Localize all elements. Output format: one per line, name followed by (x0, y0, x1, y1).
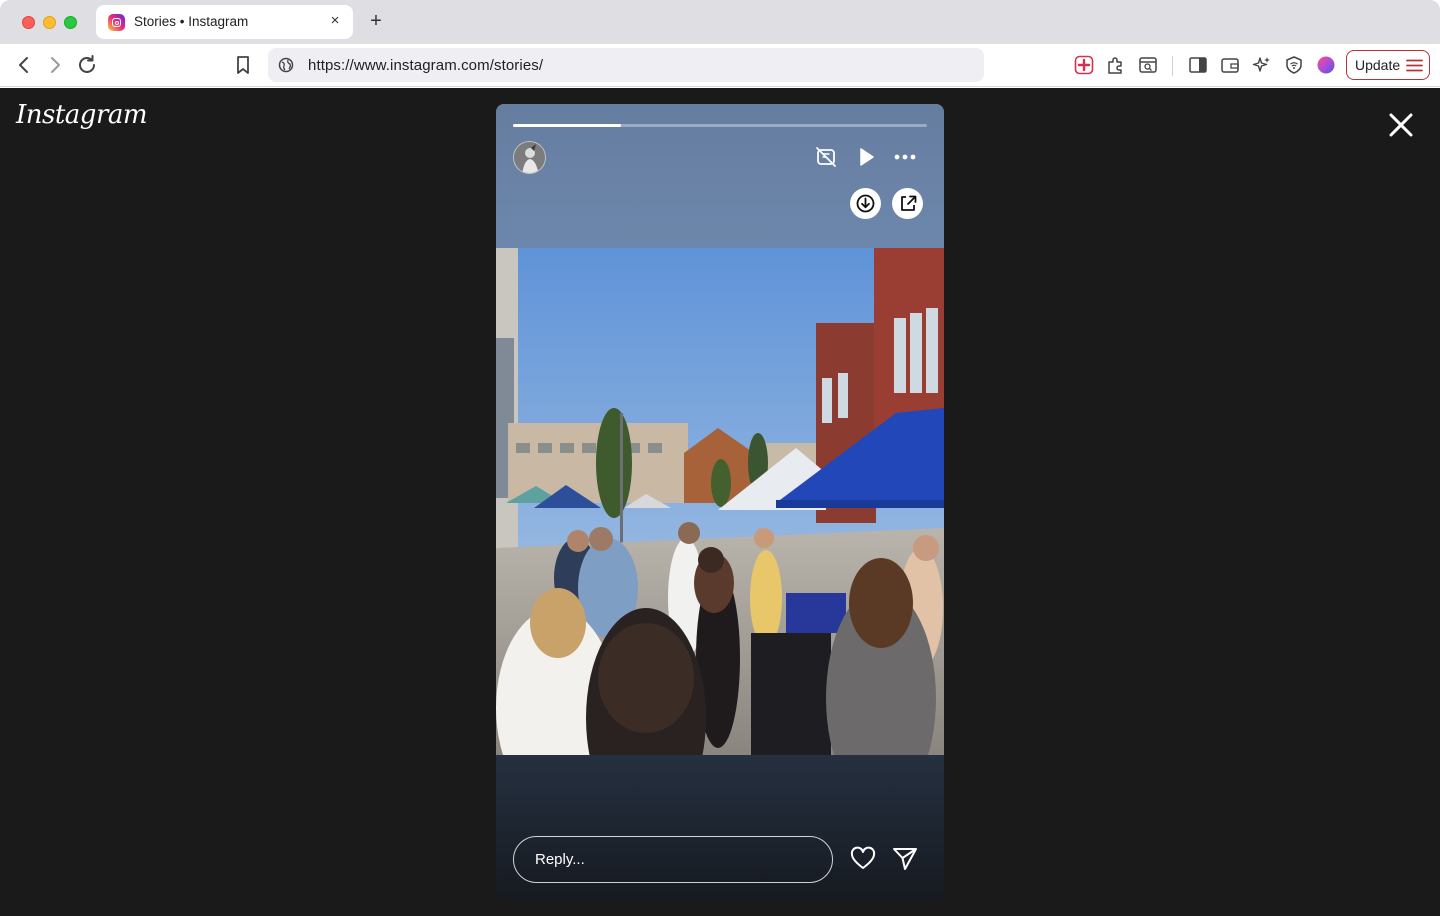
download-icon (856, 194, 875, 213)
instagram-icon (108, 14, 125, 31)
share-external-icon (901, 195, 917, 211)
download-button[interactable] (850, 188, 881, 219)
back-icon[interactable] (12, 53, 36, 77)
reload-icon[interactable] (75, 53, 99, 77)
site-info-icon[interactable] (278, 57, 294, 73)
profile-avatar-icon[interactable] (1315, 54, 1337, 76)
forward-icon[interactable] (43, 53, 67, 77)
ai-sparkle-icon[interactable] (1251, 54, 1273, 76)
story-photo (496, 248, 944, 755)
bookmark-icon[interactable] (231, 53, 255, 77)
story-progress-fill (513, 124, 621, 127)
more-icon[interactable] (892, 144, 918, 170)
window-close-button[interactable] (22, 16, 35, 29)
menu-icon (1406, 59, 1423, 72)
story-progress-bar (513, 124, 927, 127)
story-viewer: Instagram Reply... (0, 88, 1440, 916)
update-button[interactable]: Update (1346, 50, 1430, 80)
address-bar[interactable]: https://www.instagram.com/stories/ (268, 48, 984, 82)
url-text[interactable]: https://www.instagram.com/stories/ (308, 57, 543, 74)
play-icon[interactable] (853, 144, 879, 170)
heart-icon[interactable] (849, 845, 877, 873)
browser-toolbar: https://www.instagram.com/stories/ Updat… (0, 44, 1440, 87)
close-icon[interactable] (1386, 110, 1416, 140)
muted-icon[interactable] (813, 144, 839, 170)
tab-title: Stories • Instagram (134, 14, 249, 29)
reader-mode-icon[interactable] (1137, 54, 1159, 76)
share-external-button[interactable] (892, 188, 923, 219)
window-zoom-button[interactable] (64, 16, 77, 29)
instagram-logo[interactable]: Instagram (16, 100, 148, 130)
send-icon[interactable] (891, 845, 919, 873)
story-card[interactable]: Reply... (496, 104, 944, 900)
vpn-shield-icon[interactable] (1283, 54, 1305, 76)
wallet-icon[interactable] (1219, 54, 1241, 76)
new-tab-button[interactable]: + (366, 10, 386, 32)
update-label: Update (1355, 57, 1401, 73)
toolbar-divider (1172, 56, 1173, 76)
extensions-puzzle-icon[interactable] (1105, 54, 1127, 76)
window-minimize-button[interactable] (43, 16, 56, 29)
sidebar-toggle-icon[interactable] (1187, 54, 1209, 76)
reply-placeholder: Reply... (535, 851, 585, 868)
story-author-avatar[interactable] (513, 141, 546, 174)
tab-close-icon[interactable]: × (327, 13, 343, 29)
extension-red-icon[interactable] (1073, 54, 1095, 76)
tab-stories-instagram[interactable]: Stories • Instagram × (96, 5, 353, 39)
browser-tab-bar: Stories • Instagram × + (0, 0, 1440, 44)
reply-input[interactable]: Reply... (513, 836, 833, 883)
